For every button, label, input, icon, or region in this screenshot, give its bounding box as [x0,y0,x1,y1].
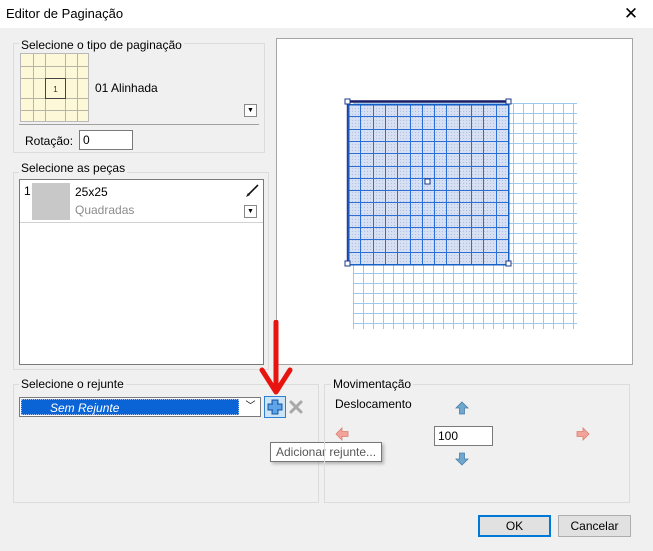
grout-group-label: Selecione o rejunte [19,377,126,391]
piece-size: 25x25 [75,185,108,199]
pieces-group-label: Selecione as peças [19,161,128,175]
brush-icon[interactable] [244,183,260,199]
paging-type-dropdown-button[interactable]: ▼ [244,104,257,117]
x-icon[interactable] [288,399,304,415]
paging-type-pattern-icon: 1 [21,54,88,121]
svg-text:1: 1 [53,85,58,94]
offset-input[interactable] [434,426,493,446]
cancel-button[interactable]: Cancelar [558,515,631,537]
movement-group-label: Movimentação [331,377,414,391]
arrow-down-icon[interactable] [455,452,469,466]
grout-selected-value: Sem Rejunte [21,399,239,415]
piece-thumbnail [32,183,70,220]
close-icon[interactable]: ✕ [620,4,642,24]
offset-label: Deslocamento [335,397,412,411]
grout-selected-label: Sem Rejunte [50,401,120,415]
plus-icon [267,399,283,415]
chevron-down-icon[interactable]: ﹀ [242,399,259,415]
layout-preview[interactable] [276,38,633,365]
rotation-label: Rotação: [25,134,74,148]
window-title: Editor de Paginação [6,6,124,21]
grout-dropdown[interactable]: Sem Rejunte ﹀ [19,397,261,417]
red-arrow-icon [259,320,293,395]
paging-type-group-label: Selecione o tipo de paginação [19,38,184,52]
arrow-left-icon[interactable] [335,427,349,441]
paging-type-thumbnail[interactable]: 1 [20,53,89,122]
arrow-up-icon[interactable] [455,401,469,415]
piece-type: Quadradas [75,203,135,217]
paging-type-name: 01 Alinhada [95,81,158,95]
arrow-right-icon[interactable] [576,427,590,441]
ok-button[interactable]: OK [478,515,551,537]
rotation-input[interactable] [79,130,133,150]
preview-canvas [344,98,577,329]
list-item[interactable]: 1 25x25 Quadradas ▼ [20,180,263,223]
divider [19,124,259,125]
piece-index: 1 [24,184,31,198]
piece-dropdown-button[interactable]: ▼ [244,205,257,218]
